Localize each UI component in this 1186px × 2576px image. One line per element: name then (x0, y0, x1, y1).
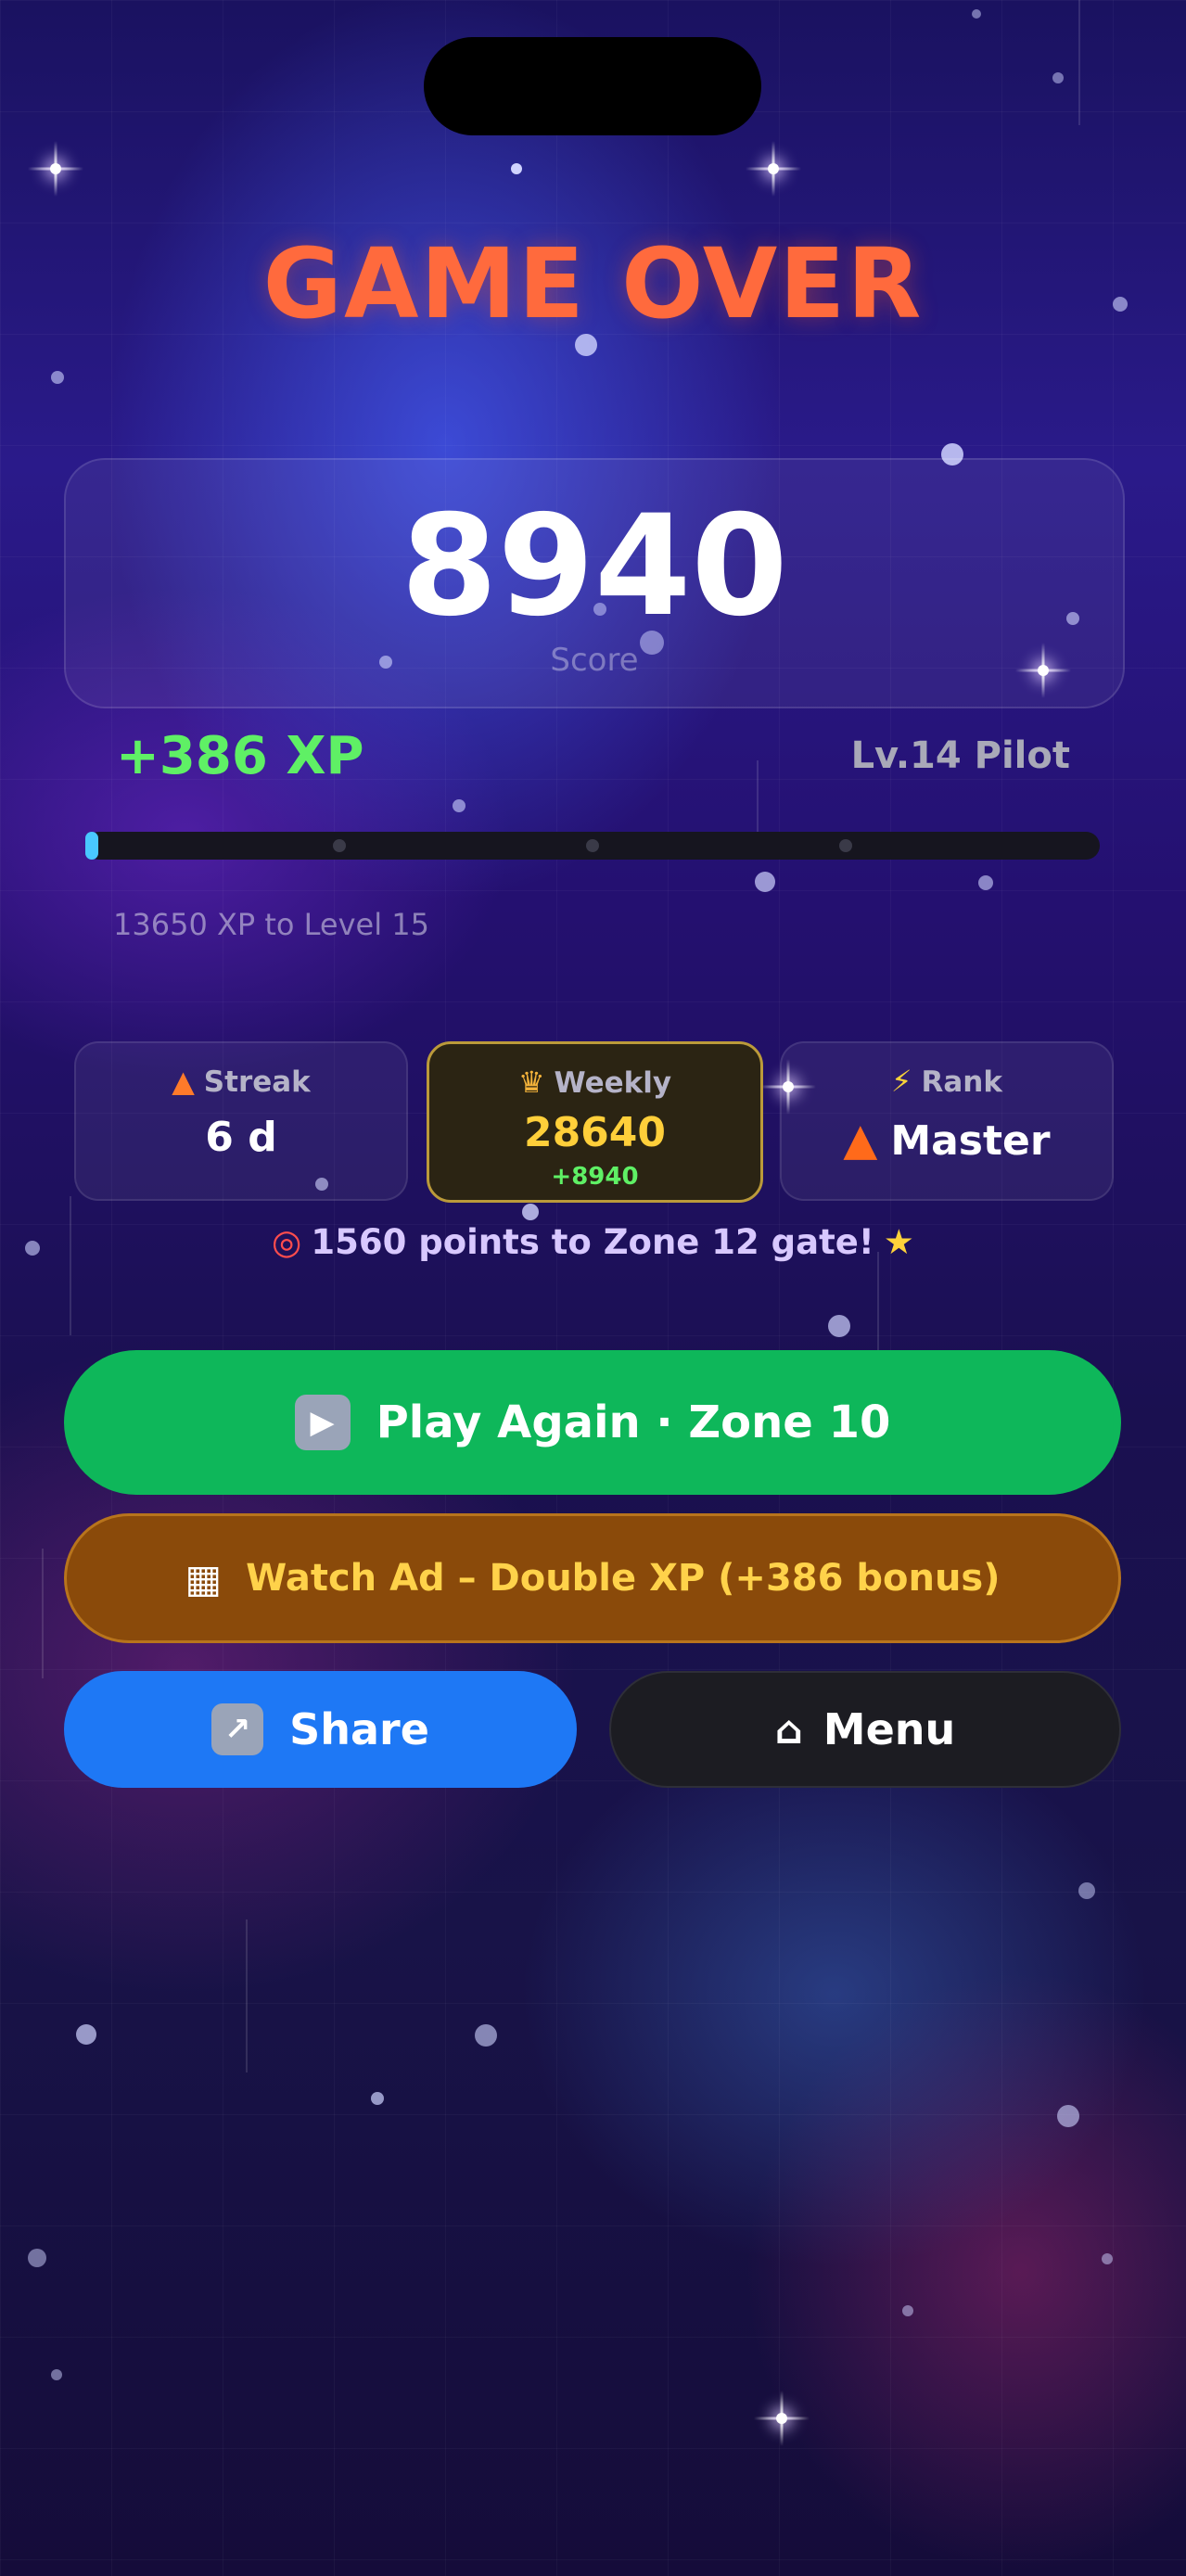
play-icon: ▶ (294, 1395, 351, 1450)
xp-gain: +386 XP (116, 726, 364, 786)
weekly-value: 28640 (523, 1109, 667, 1156)
play-again-label: Play Again · Zone 10 (376, 1396, 891, 1448)
fire-icon: ▲ (843, 1114, 878, 1166)
fire-icon: ▲ (172, 1064, 195, 1099)
share-arrow-icon: ↗ (211, 1703, 264, 1755)
share-label: Share (289, 1704, 429, 1754)
streak-label: ▲ Streak (172, 1064, 311, 1099)
score-card: 8940 Score (64, 458, 1125, 708)
share-button[interactable]: ↗ Share (64, 1671, 577, 1788)
weekly-label: ♛ Weekly (517, 1065, 672, 1100)
device-notch (424, 37, 761, 135)
rank-stat: ⚡ Rank ▲ Master (780, 1041, 1114, 1201)
level-label: Lv.14 Pilot (850, 734, 1070, 777)
streak-stat: ▲ Streak 6 d (74, 1041, 408, 1201)
score-label: Score (550, 642, 639, 679)
menu-label: Menu (823, 1704, 956, 1754)
watch-ad-label: Watch Ad – Double XP (+386 bonus) (246, 1557, 1001, 1600)
streak-value: 6 d (205, 1114, 277, 1161)
progress-tick (586, 839, 599, 852)
target-icon: ◎ (272, 1222, 302, 1262)
xp-progress-bar (85, 832, 1100, 860)
game-over-title: GAME OVER (262, 227, 924, 340)
watch-ad-button[interactable]: ▦ Watch Ad – Double XP (+386 bonus) (64, 1513, 1121, 1643)
progress-tick (839, 839, 852, 852)
clapperboard-icon: ▦ (185, 1555, 223, 1601)
progress-tick (333, 839, 346, 852)
zone-gate-message: ◎ 1560 points to Zone 12 gate! ★ (272, 1222, 914, 1262)
weekly-delta: +8940 (551, 1163, 639, 1191)
lightning-icon: ⚡ (891, 1064, 912, 1099)
xp-progress-fill (85, 832, 98, 860)
play-again-button[interactable]: ▶ Play Again · Zone 10 (64, 1350, 1121, 1495)
home-icon: ⌂ (774, 1706, 803, 1753)
star-icon: ★ (883, 1222, 914, 1262)
weekly-stat: ♛ Weekly 28640 +8940 (427, 1041, 763, 1203)
xp-to-next-level: 13650 XP to Level 15 (113, 907, 430, 942)
background-grid (0, 0, 1186, 2576)
rank-value: ▲ Master (843, 1114, 1051, 1166)
score-value: 8940 (401, 486, 788, 647)
menu-button[interactable]: ⌂ Menu (609, 1671, 1121, 1788)
trophy-icon: ♛ (517, 1065, 545, 1100)
rank-label: ⚡ Rank (891, 1064, 1002, 1099)
